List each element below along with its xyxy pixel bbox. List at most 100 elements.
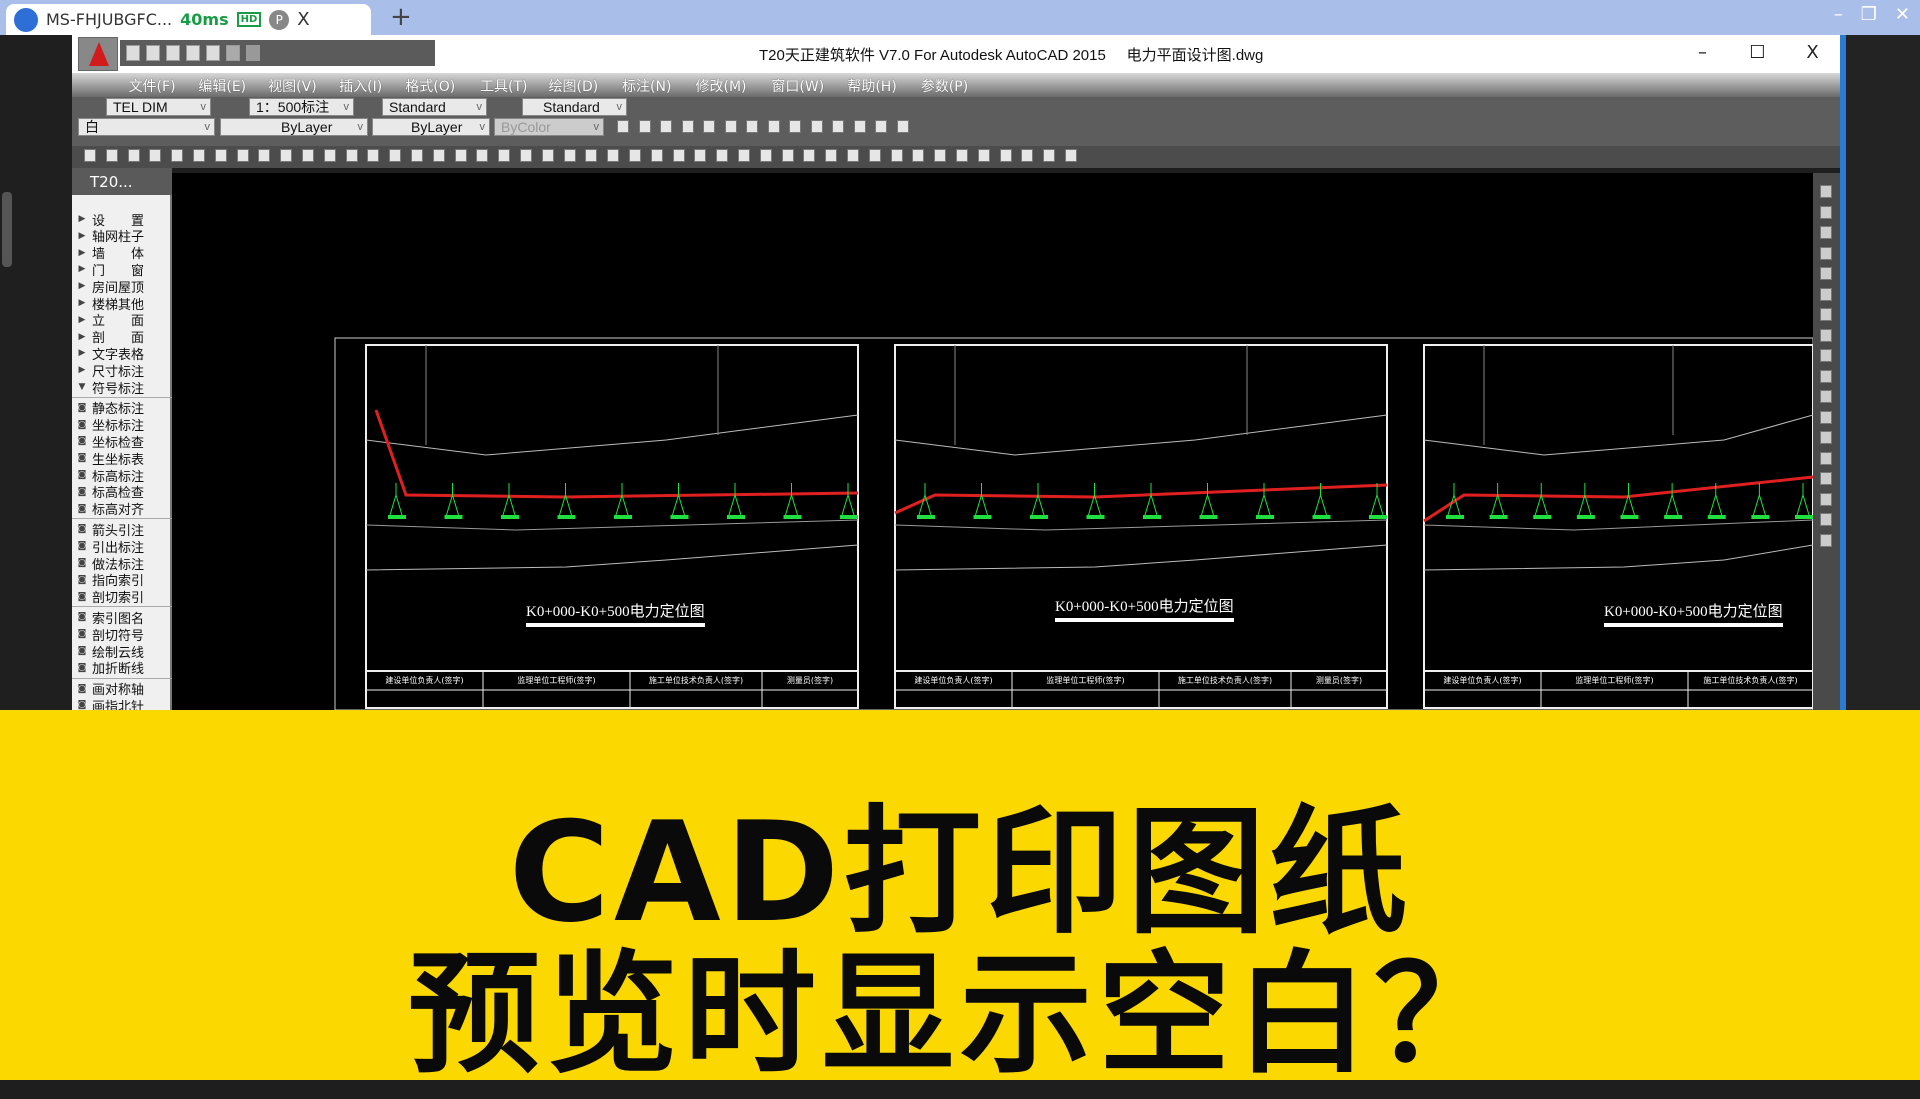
standard-tool-icon[interactable]	[803, 149, 816, 162]
standard-tool-icon[interactable]	[629, 149, 641, 162]
maximize-button[interactable]: ☐	[1730, 35, 1785, 73]
profile-icon[interactable]: P	[269, 9, 290, 30]
draw-tool-icon[interactable]	[681, 120, 694, 133]
standard-tool-icon[interactable]	[890, 149, 903, 162]
modify-tool-icon[interactable]	[1820, 451, 1832, 465]
sidebar-item[interactable]: ◙ 做法标注	[72, 555, 172, 573]
layer-select[interactable]: 白	[78, 118, 215, 136]
modify-tool-icon[interactable]	[1820, 349, 1832, 362]
draw-tool-icon[interactable]	[875, 120, 887, 133]
standard-tool-icon[interactable]	[541, 149, 554, 162]
standard-tool-icon[interactable]	[1021, 149, 1034, 162]
draw-tool-icon[interactable]	[617, 120, 629, 133]
standard-tool-icon[interactable]	[716, 149, 729, 162]
modify-tool-icon[interactable]	[1820, 472, 1832, 485]
modify-tool-icon[interactable]	[1820, 267, 1832, 280]
standard-tool-icon[interactable]	[977, 149, 990, 162]
standard-tool-icon[interactable]	[738, 149, 750, 162]
standard-tool-icon[interactable]	[476, 149, 489, 162]
browser-window-controls[interactable]: – ❐ ✕	[1834, 4, 1910, 25]
standard-tool-icon[interactable]	[214, 149, 227, 162]
sidebar-item[interactable]: ◙ 剖切符号	[72, 626, 172, 644]
text-style-select[interactable]: Standard	[382, 98, 487, 116]
menu-item[interactable]: 窗口(W)	[771, 76, 824, 96]
menu-item[interactable]: 插入(I)	[339, 76, 382, 96]
standard-tool-icon[interactable]	[345, 149, 358, 162]
draw-tool-icon[interactable]	[810, 120, 823, 133]
draw-tool-icon[interactable]	[767, 120, 780, 133]
modify-tool-icon[interactable]	[1820, 308, 1832, 321]
menu-item[interactable]: 参数(P)	[921, 76, 968, 96]
draw-tool-icon[interactable]	[853, 120, 866, 133]
standard-tool-icon[interactable]	[84, 149, 96, 162]
standard-tool-icon[interactable]	[323, 149, 336, 162]
standard-tool-icon[interactable]	[934, 149, 947, 162]
linetype-select[interactable]: ByLayer	[220, 118, 368, 136]
sidebar-item[interactable]: ◙ 标高标注	[72, 467, 172, 485]
sidebar-item[interactable]: ▶ 设 置	[72, 211, 172, 229]
sidebar-item[interactable]: ◙ 坐标检查	[72, 433, 172, 451]
draw-tool-icon[interactable]	[703, 120, 715, 133]
standard-tool-icon[interactable]	[672, 149, 685, 162]
standard-tool-icon[interactable]	[432, 149, 445, 162]
scrollbar[interactable]	[2, 192, 12, 267]
standard-tool-icon[interactable]	[1043, 149, 1056, 162]
modify-tool-icon[interactable]	[1820, 369, 1832, 383]
sidebar-item[interactable]: ◙ 生坐标表	[72, 450, 172, 468]
undo-icon[interactable]	[226, 45, 240, 61]
draw-tool-icon[interactable]	[832, 120, 844, 133]
standard-tool-icon[interactable]	[149, 149, 162, 162]
modify-tool-icon[interactable]	[1820, 185, 1832, 198]
sidebar-item[interactable]: ▶ 轴网柱子	[72, 228, 172, 245]
draw-tool-icon[interactable]	[789, 120, 801, 133]
standard-tool-icon[interactable]	[999, 149, 1012, 162]
print-icon[interactable]	[206, 45, 220, 61]
sidebar-item[interactable]: ◙ 绘制云线	[72, 643, 172, 661]
modify-tool-icon[interactable]	[1820, 390, 1832, 403]
sidebar-item[interactable]: ◙ 标高对齐	[72, 501, 172, 518]
dim-style-select[interactable]: TEL DIM	[106, 98, 211, 116]
modify-tool-icon[interactable]	[1820, 328, 1832, 342]
menu-item[interactable]: 帮助(H)	[847, 76, 896, 96]
sidebar-item[interactable]: ◙ 指向索引	[72, 572, 172, 589]
draw-tool-icon[interactable]	[724, 120, 737, 133]
standard-tool-icon[interactable]	[193, 149, 205, 162]
standard-tool-icon[interactable]	[236, 149, 249, 162]
standard-tool-icon[interactable]	[498, 149, 511, 162]
standard-tool-icon[interactable]	[607, 149, 620, 162]
modify-tool-icon[interactable]	[1820, 533, 1832, 547]
standard-tool-icon[interactable]	[258, 149, 271, 162]
close-tab-button[interactable]: X	[297, 9, 309, 30]
modify-tool-icon[interactable]	[1820, 410, 1832, 424]
standard-tool-icon[interactable]	[585, 149, 598, 162]
standard-tool-icon[interactable]	[280, 149, 293, 162]
sidebar-item[interactable]: ◙ 箭头引注	[72, 521, 172, 539]
standard-tool-icon[interactable]	[868, 149, 881, 162]
standard-tool-icon[interactable]	[759, 149, 772, 162]
autocad-app-menu-icon[interactable]	[78, 37, 118, 71]
standard-tool-icon[interactable]	[1065, 149, 1077, 162]
hd-badge[interactable]: HD	[236, 12, 262, 27]
sidebar-item[interactable]: ◙ 画对称轴	[72, 681, 172, 698]
menu-item[interactable]: 编辑(E)	[198, 76, 246, 96]
draw-tool-icon[interactable]	[638, 120, 651, 133]
sidebar-item[interactable]: ▶ 文字表格	[72, 345, 172, 363]
sidebar-item[interactable]: ◙ 引出标注	[72, 538, 172, 556]
redo-icon[interactable]	[246, 45, 260, 61]
menu-item[interactable]: 工具(T)	[480, 76, 527, 96]
standard-tool-icon[interactable]	[454, 149, 467, 162]
sidebar-item[interactable]: ◙ 加折断线	[72, 660, 172, 677]
modify-tool-icon[interactable]	[1820, 246, 1832, 260]
modify-tool-icon[interactable]	[1820, 492, 1832, 506]
draw-tool-icon[interactable]	[896, 120, 909, 133]
save-as-icon[interactable]	[186, 45, 200, 61]
modify-tool-icon[interactable]	[1820, 431, 1832, 444]
modify-tool-icon[interactable]	[1820, 513, 1832, 526]
menu-item[interactable]: 格式(O)	[405, 76, 455, 96]
standard-tool-icon[interactable]	[912, 149, 925, 162]
standard-tool-icon[interactable]	[781, 149, 794, 162]
standard-tool-icon[interactable]	[563, 149, 576, 162]
menu-item[interactable]: 视图(V)	[268, 76, 317, 96]
menu-item[interactable]: 文件(F)	[129, 76, 176, 96]
standard-tool-icon[interactable]	[127, 149, 140, 162]
